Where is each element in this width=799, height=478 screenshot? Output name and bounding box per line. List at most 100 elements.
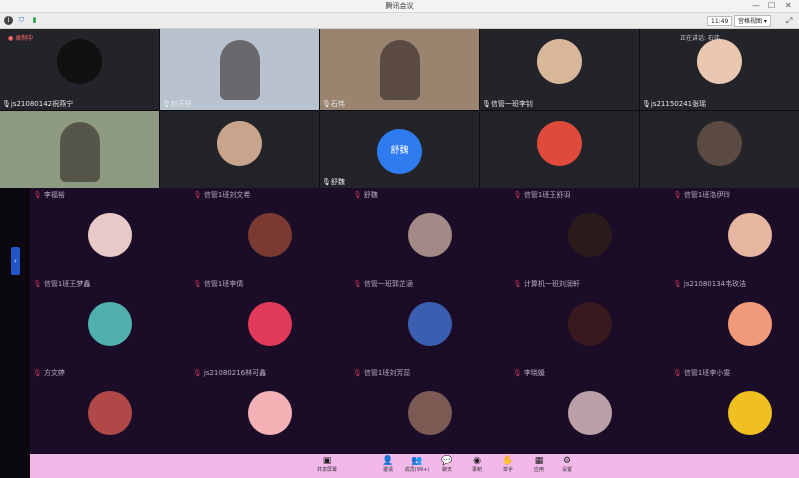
meeting-clock: 11:49: [707, 16, 733, 26]
toolbar-label: 成员(99+): [404, 467, 430, 473]
shield-icon[interactable]: ⛉: [17, 16, 26, 25]
members-button[interactable]: 👥 成员(99+): [402, 456, 432, 476]
avatar: [697, 121, 742, 166]
gallery-participant[interactable]: 🎙 信管1班李倩: [190, 277, 350, 366]
mic-muted-icon: 🎙: [353, 369, 362, 377]
title-bar: 腾讯会议 — ☐ ✕: [0, 0, 799, 13]
avatar: [57, 39, 102, 84]
participant-name: 🎙 李福裕: [33, 190, 65, 200]
avatar: [408, 302, 452, 346]
participant-name: 🎙舒魏: [353, 190, 378, 200]
participant-name-text: 信管1班王梦鑫: [43, 280, 91, 288]
gallery-participant[interactable]: 🎙 信管1班王梦鑫: [30, 277, 190, 366]
video-row2-tile[interactable]: 舒魏 🎙舒魏: [320, 111, 479, 188]
gallery-participant[interactable]: 🎙 信管1班王舒羽: [510, 188, 670, 277]
avatar: [568, 302, 612, 346]
avatar: [537, 39, 582, 84]
gallery-participant[interactable]: 🎙 信管1班刘文希: [190, 188, 350, 277]
avatar: [248, 391, 292, 435]
participant-name-text: 信管1班洛伊玲: [683, 191, 731, 199]
mic-muted-icon: 🎙: [33, 280, 42, 288]
avatar: [88, 391, 132, 435]
participant-name-text: 计算机一班刘润轩: [523, 280, 580, 288]
view-mode-button[interactable]: 宫格视图 ▾: [734, 15, 771, 27]
camera-feed: [59, 121, 100, 182]
video-row2-tile[interactable]: [160, 111, 319, 188]
participant-name-text: 信管1班刘芳蕊: [363, 369, 411, 377]
video-tile[interactable]: 🎙石伟: [320, 29, 479, 110]
participant-name: 🎙 js21080216林可鑫: [193, 368, 266, 378]
participant-name-text: 信管一班郭芷涵: [363, 280, 413, 288]
participant-name: 🎙赵天舒: [162, 100, 192, 108]
video-tile[interactable]: 🎙赵天舒: [160, 29, 319, 110]
video-tile[interactable]: 🎙信管一班李钊: [480, 29, 639, 110]
toolbar-label: 设置: [561, 467, 572, 473]
signal-icon[interactable]: ▮: [30, 16, 39, 25]
maximize-icon[interactable]: ☐: [768, 1, 775, 11]
chat-button[interactable]: 💬 聊天: [432, 456, 462, 476]
participant-name: 🎙js21080142祝燕宁: [2, 100, 74, 108]
participant-name: 🎙 李晓媛: [513, 368, 545, 378]
gallery-participant[interactable]: 🎙 计算机一班刘润轩: [510, 277, 670, 366]
participant-name: 🎙 信管1班李小雯: [673, 368, 730, 378]
mic-muted-icon: 🎙: [513, 280, 522, 288]
mic-muted-icon: 🎙: [33, 369, 42, 377]
participant-name-text: 信管1班李小雯: [683, 369, 731, 377]
avatar: [697, 39, 742, 84]
speaking-indicator: 正在讲话: 石伟: [680, 35, 720, 42]
avatar: [537, 121, 582, 166]
apps-icon: ▦: [534, 456, 544, 466]
gallery-participant[interactable]: 🎙 李福裕: [30, 188, 190, 277]
apps-button[interactable]: ▦ 应用: [524, 456, 554, 476]
side-panel-handle[interactable]: ›: [11, 247, 20, 275]
mic-muted-icon: 🎙: [193, 280, 202, 288]
participant-name-text: 信管1班李倩: [203, 280, 244, 288]
participant-name: 🎙js21150241张瑶: [642, 100, 707, 108]
raise-hand-button[interactable]: ✋ 举手: [493, 456, 523, 476]
participant-name: 🎙 信管1班刘芳蕊: [353, 368, 410, 378]
minimize-icon[interactable]: —: [752, 1, 760, 11]
avatar: [728, 302, 772, 346]
gallery-participant[interactable]: 🎙 信管一班郭芷涵: [350, 277, 510, 366]
gallery-participant[interactable]: 🎙 js21080134韦玫洁: [670, 277, 799, 366]
participant-name: 🎙 信管1班洛伊玲: [673, 190, 730, 200]
video-row2-tile[interactable]: [640, 111, 799, 188]
gallery-participant[interactable]: 🎙 李晓媛: [510, 366, 670, 455]
video-row2-tile[interactable]: [480, 111, 639, 188]
participant-name: 🎙 js21080134韦玫洁: [673, 279, 746, 289]
share-screen-button[interactable]: ▣ 共享屏幕: [312, 456, 342, 476]
participant-name: 🎙舒魏: [322, 178, 345, 186]
close-icon[interactable]: ✕: [785, 1, 792, 11]
record-button[interactable]: ◉ 录制: [462, 456, 492, 476]
chat-icon: 💬: [441, 456, 453, 466]
gallery-participant[interactable]: 🎙 信管1班刘芳蕊: [350, 366, 510, 455]
mic-muted-icon: 🎙: [193, 369, 202, 377]
participant-name: 🎙 计算机一班刘润轩: [513, 279, 580, 289]
avatar: [88, 213, 132, 257]
gallery-participant[interactable]: 🎙 方文婷: [30, 366, 190, 455]
fullscreen-icon[interactable]: ⤢: [786, 16, 792, 26]
info-icon[interactable]: i: [4, 16, 13, 25]
settings-icon: ⚙: [562, 456, 572, 466]
invite-button[interactable]: 👤 邀请: [373, 456, 403, 476]
toolbar-label: 录制: [471, 467, 482, 473]
gallery-participant[interactable]: 🎙 js21080216林可鑫: [190, 366, 350, 455]
view-mode-label: 宫格视图: [738, 18, 763, 25]
record-icon: ◉: [473, 456, 481, 466]
share-screen-icon: ▣: [322, 456, 332, 466]
avatar: [408, 391, 452, 435]
participant-name: 🎙 信管1班王舒羽: [513, 190, 570, 200]
recording-status: ● 录制中: [8, 35, 34, 42]
gallery-participant[interactable]: 🎙 信管1班李小雯: [670, 366, 799, 455]
avatar: [568, 391, 612, 435]
meeting-info-bar: i ⛉ ▮ 11:49 宫格视图 ▾ ⤢: [0, 13, 799, 29]
participant-name-text: 李晓媛: [523, 369, 545, 377]
avatar: [728, 391, 772, 435]
avatar: [728, 213, 772, 257]
settings-button[interactable]: ⚙ 设置: [552, 456, 582, 476]
toolbar-label: 聊天: [441, 467, 452, 473]
mic-muted-icon: 🎙: [353, 280, 362, 288]
video-row2-tile[interactable]: [0, 111, 159, 188]
gallery-participant[interactable]: 🎙 信管1班洛伊玲: [670, 188, 799, 277]
gallery-participant[interactable]: 🎙 舒魏: [350, 188, 510, 277]
